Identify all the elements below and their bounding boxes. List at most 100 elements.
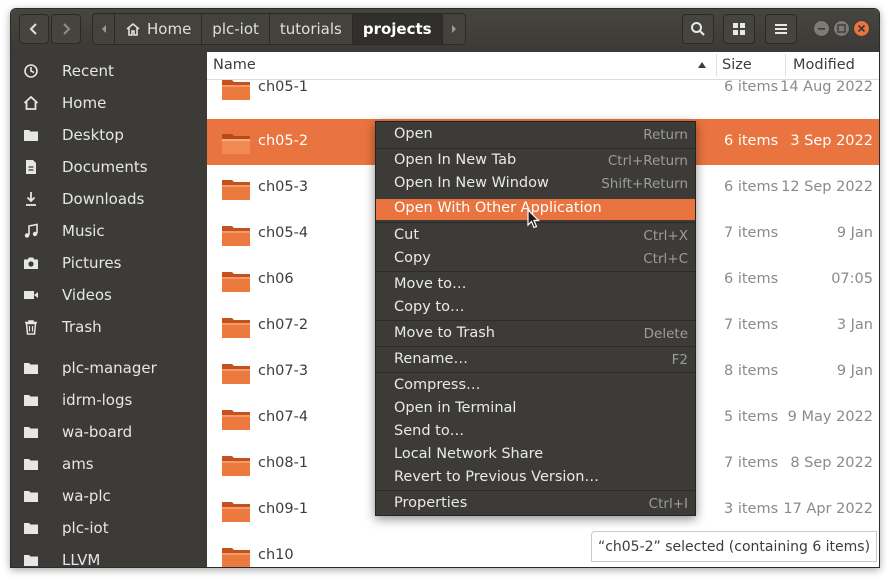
menu-item-send-to[interactable]: Send to… [376,422,695,443]
trash-icon [23,319,39,335]
chevron-right-icon [63,23,71,35]
folder-icon [222,180,250,200]
menu-item-label: Open With Other Application [394,200,602,216]
file-modified: 3 Jan [836,317,873,333]
breadcrumb-scroll-right[interactable] [443,14,465,44]
menu-item-open-new-window[interactable]: Open In New Window Shift+Return [376,174,695,195]
sort-ascending-icon [698,62,706,68]
menu-item-compress[interactable]: Compress… [376,376,695,397]
menu-button[interactable] [765,14,797,44]
file-name: ch08-1 [258,455,309,471]
sidebar-item-documents[interactable]: Documents [11,151,207,183]
menu-item-open-new-tab[interactable]: Open In New Tab Ctrl+Return [376,151,695,172]
forward-button[interactable] [51,14,81,44]
menu-separator [376,148,695,149]
breadcrumb-projects[interactable]: projects [352,14,443,44]
sidebar-item-downloads[interactable]: Downloads [11,183,207,215]
menu-item-rename[interactable]: Rename… F2 [376,350,695,371]
sidebar-item-pictures[interactable]: Pictures [11,247,207,279]
file-modified: 07:05 [831,271,873,287]
menu-item-shortcut: F2 [671,352,688,368]
grid-icon [733,23,745,35]
sidebar-item-wa-board[interactable]: wa-board [11,416,207,448]
sidebar-item-label: Recent [62,62,114,80]
minimize-icon [818,28,825,30]
menu-item-open-in-terminal[interactable]: Open in Terminal [376,399,695,420]
breadcrumb-plc-iot[interactable]: plc-iot [202,14,270,44]
folder-icon [23,127,39,143]
home-icon [23,95,39,111]
menu-item-label: Open [394,126,433,142]
folder-icon [222,226,250,246]
menu-item-label: Properties [394,495,468,511]
column-separator[interactable] [716,54,717,76]
document-icon [23,159,39,175]
file-size: 6 items [724,271,779,287]
sidebar-item-recent[interactable]: Recent [11,55,207,87]
menu-item-label: Copy [394,250,431,266]
menu-item-copy[interactable]: Copy Ctrl+C [376,249,695,270]
chevron-left-icon [29,23,37,35]
sidebar-item-label: Home [62,94,107,112]
menu-item-shortcut: Return [643,127,688,143]
menu-item-cut[interactable]: Cut Ctrl+X [376,226,695,247]
file-name: ch05-4 [258,225,309,241]
menu-item-copy-to[interactable]: Copy to… [376,298,695,319]
camera-icon [23,255,39,271]
column-separator[interactable] [785,54,786,76]
column-name[interactable]: Name [213,57,256,73]
sidebar-item-videos[interactable]: Videos [11,279,207,311]
sidebar-item-music[interactable]: Music [11,215,207,247]
breadcrumb-label: tutorials [279,20,342,38]
menu-item-open[interactable]: Open Return [376,125,695,146]
menu-item-shortcut: Ctrl+C [643,251,688,267]
file-size: 8 items [724,363,779,379]
music-icon [23,223,39,239]
breadcrumb-home[interactable]: Home [115,14,203,44]
folder-icon [23,360,39,376]
file-size: 6 items [724,179,779,195]
sidebar-item-label: Trash [62,318,102,336]
folder-icon [222,272,250,292]
sidebar-item-plc-iot[interactable]: plc-iot [11,512,207,544]
sidebar-item-desktop[interactable]: Desktop [11,119,207,151]
folder-icon [222,456,250,476]
menu-item-local-network-share[interactable]: Local Network Share [376,445,695,466]
sidebar-item-label: wa-board [62,423,133,441]
sidebar-item-label: Documents [62,158,148,176]
minimize-button[interactable] [813,20,830,37]
search-icon [691,22,705,36]
menu-item-move-to[interactable]: Move to… [376,275,695,296]
file-name: ch05-3 [258,179,309,195]
sidebar-item-plc-manager[interactable]: plc-manager [11,352,207,384]
clock-icon [23,63,39,79]
menu-item-move-to-trash[interactable]: Move to Trash Delete [376,324,695,345]
column-size[interactable]: Size [722,57,752,73]
close-icon [857,24,866,33]
sidebar-item-label: Videos [62,286,112,304]
close-button[interactable] [853,20,870,37]
file-modified: 17 Apr 2022 [783,501,873,517]
search-button[interactable] [682,14,714,44]
menu-item-label: Open In New Tab [394,152,517,168]
menu-item-label: Move to Trash [394,325,495,341]
folder-icon [222,364,250,384]
maximize-button[interactable] [833,20,850,37]
sidebar-item-label: wa-plc [62,487,111,505]
breadcrumb-tutorials[interactable]: tutorials [270,14,353,44]
sidebar-item-home[interactable]: Home [11,87,207,119]
column-modified[interactable]: Modified [793,57,855,73]
file-name: ch10 [258,547,294,563]
sidebar-item-wa-plc[interactable]: wa-plc [11,480,207,512]
sidebar-item-ams[interactable]: ams [11,448,207,480]
sidebar-item-trash[interactable]: Trash [11,311,207,343]
sidebar-item-llvm[interactable]: LLVM [11,544,207,567]
sidebar-item-label: Desktop [62,126,124,144]
menu-item-properties[interactable]: Properties Ctrl+I [376,494,695,515]
view-grid-button[interactable] [723,14,755,44]
sidebar-item-idrm-logs[interactable]: idrm-logs [11,384,207,416]
menu-item-revert-to-previous-version[interactable]: Revert to Previous Version… [376,468,695,489]
home-icon [126,22,140,36]
back-button[interactable] [19,14,49,44]
breadcrumb-scroll-left[interactable] [93,14,115,44]
